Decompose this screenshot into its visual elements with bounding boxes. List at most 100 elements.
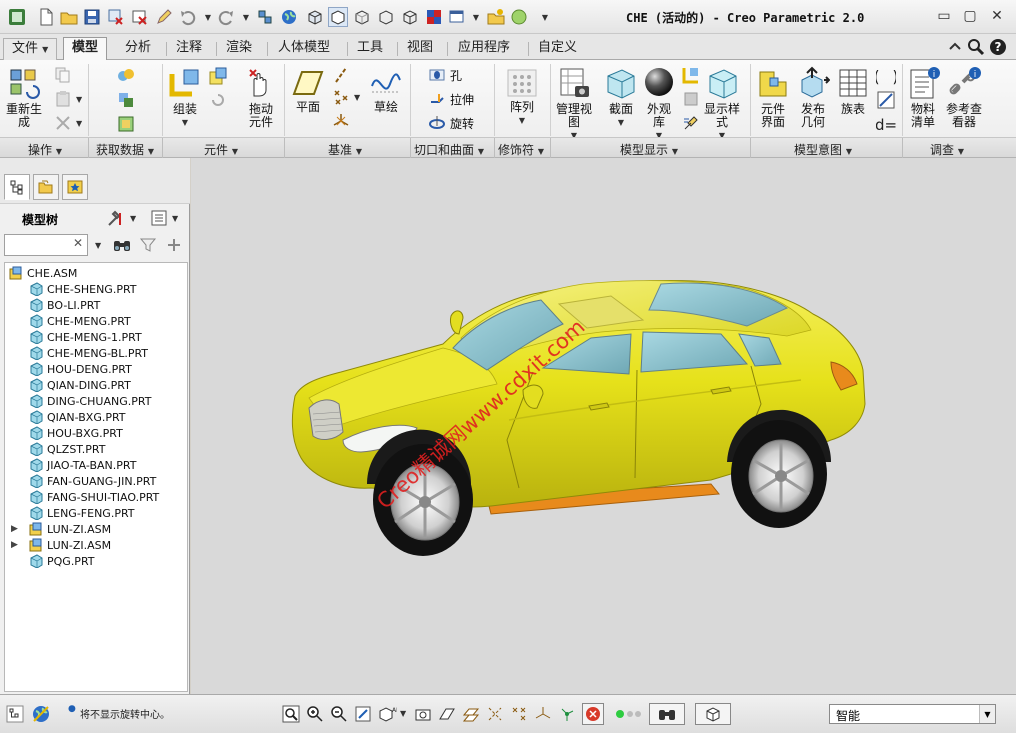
green-sphere-icon[interactable] xyxy=(509,7,529,27)
close-button[interactable]: ✕ xyxy=(986,6,1008,26)
tree-node[interactable]: LUN-ZI.ASM xyxy=(29,537,111,553)
bill-of-materials-button[interactable]: i 物料 清单 xyxy=(906,66,940,129)
tree-node[interactable]: JIAO-TA-BAN.PRT xyxy=(29,457,136,473)
orientation-dropdown-icon[interactable]: ▼ xyxy=(400,709,406,718)
regenerate-quick-icon[interactable] xyxy=(106,7,126,27)
tab-analysis[interactable]: 分析 xyxy=(117,38,159,60)
plane-button[interactable]: 平面 xyxy=(292,68,324,114)
creo-app-icon[interactable] xyxy=(7,7,27,27)
saved-orientations-button[interactable]: AB xyxy=(376,703,398,725)
show-menu-button[interactable]: ▼ xyxy=(150,209,178,227)
tree-search-input[interactable]: ✕ xyxy=(4,234,88,256)
datum-planes-display-button[interactable] xyxy=(460,703,482,725)
coordinate-system-button[interactable] xyxy=(332,112,350,130)
repaint-button[interactable] xyxy=(352,703,374,725)
datum-axes-display-button[interactable] xyxy=(484,703,506,725)
tab-tools[interactable]: 工具 xyxy=(349,38,391,60)
tree-node[interactable]: QIAN-DING.PRT xyxy=(29,377,131,393)
create-component-button[interactable] xyxy=(208,66,228,86)
tree-expand-icon[interactable]: ▶ xyxy=(11,540,18,550)
spin-center-display-button[interactable] xyxy=(556,703,578,725)
tab-manikin[interactable]: 人体模型 xyxy=(270,38,338,60)
display-style-button[interactable]: 显示样 式 ▼ xyxy=(704,66,740,142)
group-component[interactable]: 元件 ▼ xyxy=(204,141,238,158)
appearance-color-icon[interactable] xyxy=(424,7,444,27)
group-investigate[interactable]: 调查 ▼ xyxy=(930,141,964,158)
selection-box-button[interactable] xyxy=(695,703,731,725)
refit-button[interactable] xyxy=(280,703,302,725)
csys-display-button[interactable] xyxy=(532,703,554,725)
tab-model[interactable]: 模型 xyxy=(63,37,108,61)
shaded-cube-icon[interactable] xyxy=(305,7,325,27)
edit-icon[interactable] xyxy=(154,7,174,27)
tree-node[interactable]: LUN-ZI.ASM xyxy=(29,521,111,537)
regenerate-model-icon[interactable] xyxy=(255,7,275,27)
tree-node[interactable]: BO-LI.PRT xyxy=(29,297,100,313)
zoom-in-button[interactable] xyxy=(304,703,326,725)
model-tree[interactable]: CHE.ASM CHE-SHENG.PRT BO-LI.PRT CHE-MENG.PR… xyxy=(4,262,188,692)
no-hidden-icon[interactable] xyxy=(376,7,396,27)
wireframe-icon[interactable] xyxy=(400,7,420,27)
pattern-button[interactable]: 阵列 ▼ xyxy=(506,68,538,127)
add-button[interactable] xyxy=(165,236,183,254)
tab-annotate[interactable]: 注释 xyxy=(168,38,210,60)
relations-button[interactable]: ( ) xyxy=(876,66,896,86)
regenerate-button[interactable]: 重新生 成 xyxy=(6,66,42,129)
point-button[interactable]: ▼ xyxy=(332,88,360,106)
toggle-browser-button[interactable] xyxy=(30,703,52,725)
window-dropdown-icon[interactable]: ▼ xyxy=(466,7,486,27)
globe-icon[interactable] xyxy=(279,7,299,27)
group-datum[interactable]: 基准 ▼ xyxy=(328,141,362,158)
paste-button[interactable]: ▼ xyxy=(54,90,82,108)
perspective-view-button[interactable] xyxy=(436,703,458,725)
view-manager-button[interactable] xyxy=(412,703,434,725)
tree-node[interactable]: CHE-MENG-1.PRT xyxy=(29,329,142,345)
tree-node[interactable]: QLZST.PRT xyxy=(29,441,105,457)
filter-button[interactable] xyxy=(139,236,157,254)
selection-filter-select[interactable]: 智能 ▼ xyxy=(829,704,996,724)
section-button[interactable]: 截面 ▼ xyxy=(604,66,638,129)
undo-icon[interactable] xyxy=(178,7,198,27)
stop-button[interactable] xyxy=(582,703,604,725)
group-model-intent[interactable]: 模型意图 ▼ xyxy=(794,141,852,158)
tree-node[interactable]: FANG-SHUI-TIAO.PRT xyxy=(29,489,159,505)
undo-dropdown-icon[interactable]: ▼ xyxy=(198,7,218,27)
revolve-button[interactable]: 旋转 xyxy=(428,114,474,132)
tree-expand-icon[interactable]: ▶ xyxy=(11,524,18,534)
hidden-line-icon[interactable] xyxy=(352,7,372,27)
search-dropdown-icon[interactable]: ▼ xyxy=(95,241,101,250)
collapse-ribbon-icon[interactable] xyxy=(945,37,965,57)
scenes-button[interactable] xyxy=(682,66,700,84)
customize-toolbar-dropdown-icon[interactable]: ▼ xyxy=(535,7,555,27)
minimize-button[interactable]: ▭ xyxy=(933,6,955,26)
graphics-window[interactable]: Creo精诚网www.cdxit.com xyxy=(191,158,1016,694)
repeat-button[interactable] xyxy=(208,90,228,110)
tree-settings-button[interactable]: ▼ xyxy=(106,209,136,227)
open-folder-icon[interactable] xyxy=(59,7,79,27)
d-equals-button[interactable]: d= xyxy=(876,114,896,134)
sketch-button[interactable]: 草绘 xyxy=(370,68,402,114)
parameters-button[interactable] xyxy=(876,90,896,110)
reference-viewer-button[interactable]: i 参考查 看器 xyxy=(946,66,982,129)
group-operations[interactable]: 操作 ▼ xyxy=(28,141,62,158)
perspective-button[interactable] xyxy=(682,90,700,108)
search-icon[interactable] xyxy=(966,37,986,57)
group-get-data[interactable]: 获取数据 ▼ xyxy=(96,141,154,158)
clear-search-icon[interactable]: ✕ xyxy=(73,236,83,250)
window-layout-icon[interactable] xyxy=(447,7,467,27)
folder-browser-tab[interactable] xyxy=(33,174,59,200)
tab-file[interactable]: 文件 ▼ xyxy=(3,38,58,60)
get-data-button-2[interactable] xyxy=(116,90,136,110)
open-session-folder-icon[interactable] xyxy=(486,7,506,27)
shading-with-edges-icon[interactable] xyxy=(328,7,348,27)
tree-node[interactable]: LENG-FENG.PRT xyxy=(29,505,135,521)
car-model[interactable]: Creo精诚网www.cdxit.com xyxy=(191,158,1016,694)
publish-geometry-button[interactable]: 发布 几何 xyxy=(796,66,830,129)
drag-components-button[interactable]: 拖动 元件 xyxy=(244,66,278,129)
datum-points-display-button[interactable] xyxy=(508,703,530,725)
display-settings-button[interactable] xyxy=(682,114,700,132)
tree-node[interactable]: PQG.PRT xyxy=(29,553,95,569)
tree-node[interactable]: QIAN-BXG.PRT xyxy=(29,409,126,425)
component-interface-button[interactable]: 元件 界面 xyxy=(756,66,790,129)
tree-node[interactable]: FAN-GUANG-JIN.PRT xyxy=(29,473,156,489)
